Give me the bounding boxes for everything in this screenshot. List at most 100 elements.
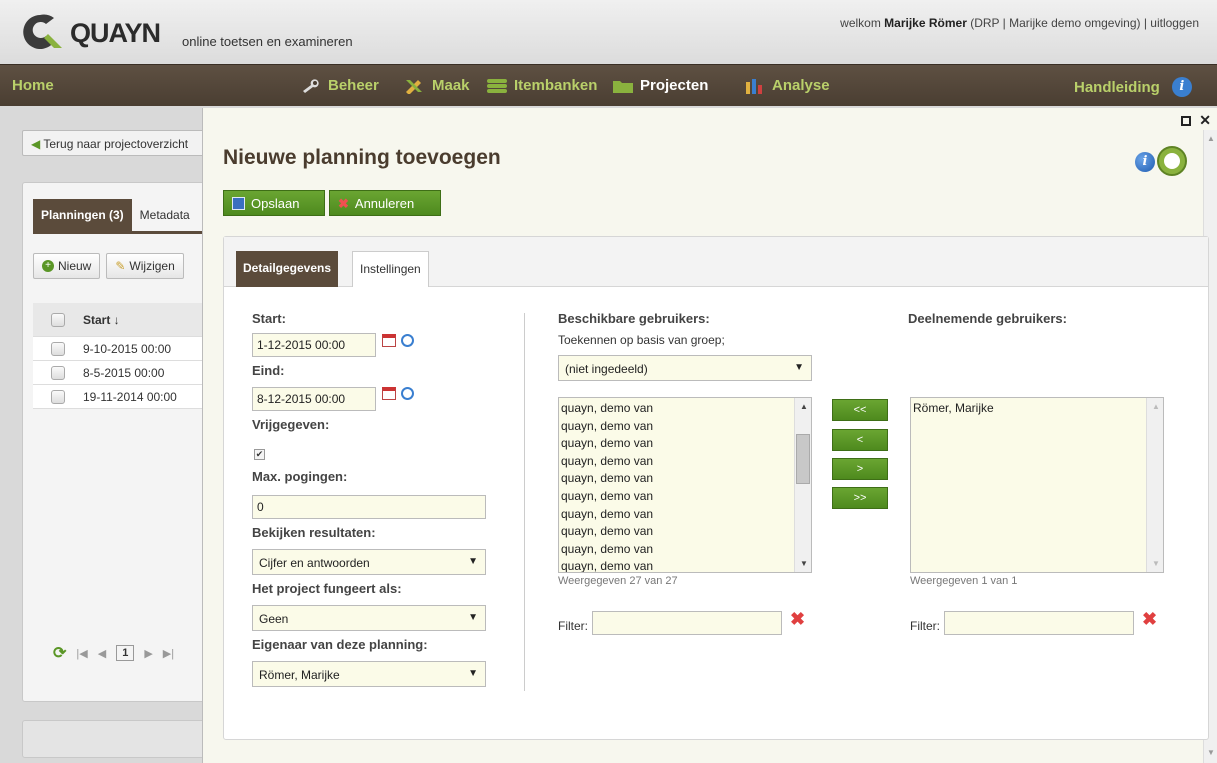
list-item[interactable]: quayn, demo van [561,418,811,436]
plannings-panel: Planningen (3) Metadata + Nieuw ✎ Wijzig… [22,182,223,702]
move-all-right-button[interactable]: >> [832,487,888,509]
available-filter-input[interactable] [592,611,782,635]
select-all-checkbox[interactable] [51,312,65,327]
chart-icon [746,78,762,94]
nav-analyse[interactable]: Analyse [744,77,830,94]
plannings-grid: Start ↓ 9-10-2015 00:00 8-5-2015 00:00 1… [33,303,223,409]
clear-filter-icon[interactable]: ✖ [790,609,805,630]
maximize-icon[interactable] [1181,116,1192,126]
group-select[interactable]: (niet ingedeeld) ▼ [558,355,812,381]
new-planning-dialog: ✕ ▲ ▼ Nieuwe planning toevoegen i Opslaa… [202,108,1217,763]
nav-beheer[interactable]: Beheer [300,77,379,94]
nav-itembanken-label: Itembanken [514,77,598,94]
calendar-icon[interactable] [382,334,396,347]
dropdown-arrow-icon: ▼ [468,556,478,567]
dropdown-arrow-icon: ▼ [468,612,478,623]
released-checkbox[interactable]: ✔ [254,449,265,460]
move-right-button[interactable]: > [832,458,888,480]
max-attempts-input[interactable]: 0 [252,495,486,519]
list-item[interactable]: quayn, demo van [561,541,811,559]
available-users-list[interactable]: quayn, demo van quayn, demo van quayn, d… [558,397,812,573]
row-checkbox[interactable] [51,389,65,404]
clear-filter-icon[interactable]: ✖ [1142,609,1157,630]
scroll-down-arrow-icon[interactable]: ▼ [1207,748,1215,757]
pencil-icon: ✎ [115,259,126,273]
row-checkbox[interactable] [51,365,65,380]
close-icon[interactable]: ✕ [1199,113,1211,127]
next-page-icon[interactable]: ▶ [144,647,152,660]
nav-home[interactable]: Home [12,77,54,94]
nav-maak-label: Maak [432,77,470,94]
nav-maak[interactable]: Maak [404,77,470,94]
form-tabbar: Detailgegevens Instellingen [224,237,1208,287]
time-picker-icon[interactable] [401,334,414,347]
list-item[interactable]: quayn, demo van [561,506,811,524]
calendar-icon[interactable] [382,387,396,400]
participants-count-caption: Weergegeven 1 van 1 [910,575,1018,587]
time-picker-icon[interactable] [401,387,414,400]
last-page-icon[interactable]: ▶| [163,647,174,660]
scrollbar-thumb[interactable] [796,434,810,484]
participants-list[interactable]: Römer, Marijke ▲ ▼ [910,397,1164,573]
project-acts-value: Geen [259,612,289,626]
move-all-left-button[interactable]: << [832,399,888,421]
folder-icon [613,80,633,93]
scroll-up-arrow-icon[interactable]: ▲ [800,402,808,411]
participants-filter-input[interactable] [944,611,1134,635]
view-results-select[interactable]: Cijfer en antwoorden ▼ [252,549,486,575]
end-date-input[interactable]: 8-12-2015 00:00 [252,387,376,411]
logout-link[interactable]: uitloggen [1150,16,1199,30]
prev-page-icon[interactable]: ◀ [98,647,106,660]
cancel-button[interactable]: ✖ Annuleren [329,190,441,216]
back-to-projects-button[interactable]: ◀ Terug naar projectoverzicht [22,130,222,156]
participants-filter-label: Filter: [910,619,940,633]
table-row[interactable]: 8-5-2015 00:00 [33,361,223,385]
participants-title: Deelnemende gebruikers: [908,311,1067,326]
list-item[interactable]: quayn, demo van [561,523,811,541]
column-header-start[interactable]: Start ↓ [83,313,120,327]
info-icon[interactable]: i [1135,152,1155,172]
nav-itembanken[interactable]: Itembanken [486,77,597,94]
available-users-title: Beschikbare gebruikers: [558,311,710,326]
owner-select[interactable]: Römer, Marijke ▼ [252,661,486,687]
list-item[interactable]: quayn, demo van [561,453,811,471]
start-date-input[interactable]: 1-12-2015 00:00 [252,333,376,357]
scroll-down-arrow-icon[interactable]: ▼ [800,559,808,568]
list-item[interactable]: quayn, demo van [561,400,811,418]
scroll-down-arrow-icon[interactable]: ▼ [1152,559,1160,568]
table-row[interactable]: 9-10-2015 00:00 [33,337,223,361]
project-acts-select[interactable]: Geen ▼ [252,605,486,631]
scroll-up-arrow-icon[interactable]: ▲ [1152,402,1160,411]
new-button-label: Nieuw [58,259,92,273]
wrench-icon [303,78,319,93]
scroll-up-arrow-icon[interactable]: ▲ [1207,134,1215,143]
start-label: Start: [252,311,286,326]
nav-handleiding[interactable]: Handleiding i [1074,77,1192,97]
new-button[interactable]: + Nieuw [33,253,101,279]
row-start-value: 8-5-2015 00:00 [83,365,165,380]
list-item[interactable]: quayn, demo van [561,435,811,453]
tab-planningen[interactable]: Planningen (3) [33,199,132,231]
list-item[interactable]: quayn, demo van [561,488,811,506]
list-item[interactable]: quayn, demo van [561,470,811,488]
list-item[interactable]: Römer, Marijke [913,400,1163,418]
nav-projecten-label: Projecten [640,77,709,94]
welcome-text: welkom Marijke Römer (DRP | Marijke demo… [840,16,1199,30]
first-page-icon[interactable]: |◀ [76,647,87,660]
tab-metadata[interactable]: Metadata [132,199,198,231]
quayn-logo-icon [23,14,62,49]
page-number[interactable]: 1 [116,645,135,661]
nav-projecten[interactable]: Projecten [612,77,708,94]
save-button[interactable]: Opslaan [223,190,325,216]
list-scrollbar[interactable]: ▲ ▼ [1146,398,1163,572]
schedule-clock-icon[interactable] [1157,146,1187,176]
table-row[interactable]: 19-11-2014 00:00 [33,385,223,409]
move-left-button[interactable]: < [832,429,888,451]
tab-detailgegevens[interactable]: Detailgegevens [236,251,339,287]
edit-button[interactable]: ✎ Wijzigen [106,253,184,279]
refresh-icon[interactable]: ⟳ [53,643,66,663]
row-checkbox[interactable] [51,341,65,356]
list-item[interactable]: quayn, demo van [561,558,811,572]
list-scrollbar[interactable]: ▲ ▼ [794,398,811,572]
tab-instellingen[interactable]: Instellingen [352,251,429,287]
